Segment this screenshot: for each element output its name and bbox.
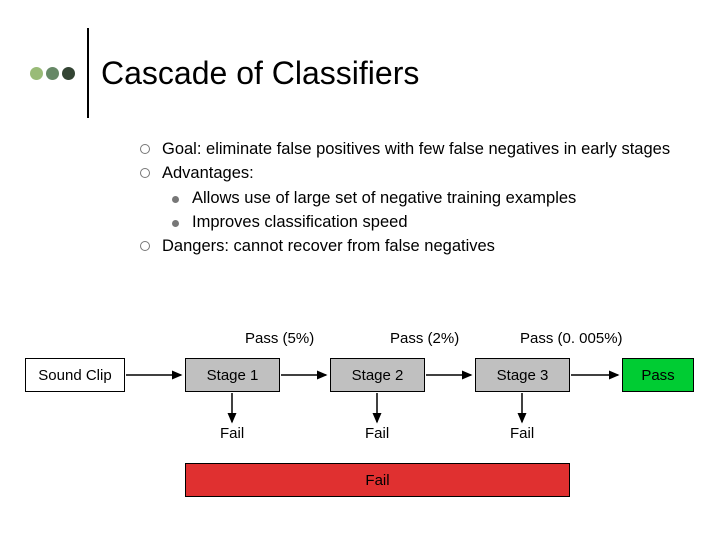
bullet-marker <box>140 162 162 184</box>
subbullet-text: Allows use of large set of negative trai… <box>192 187 576 209</box>
arrows <box>0 330 720 530</box>
title-divider <box>87 28 89 118</box>
slide-header: Cascade of Classifiers <box>30 28 419 118</box>
subbullet-marker <box>172 187 192 209</box>
subbullet-text: Improves classification speed <box>192 211 408 233</box>
bullet-text: Goal: eliminate false positives with few… <box>162 138 670 160</box>
bullet-goal: Goal: eliminate false positives with few… <box>140 138 680 160</box>
subbullet-adv-2: Improves classification speed <box>172 211 680 233</box>
bullet-advantages: Advantages: <box>140 162 680 184</box>
subbullet-marker <box>172 211 192 233</box>
cascade-diagram: Pass (5%) Pass (2%) Pass (0. 005%) Sound… <box>0 330 720 530</box>
dot-1 <box>30 67 43 80</box>
dot-2 <box>46 67 59 80</box>
bullet-text: Dangers: cannot recover from false negat… <box>162 235 495 257</box>
bullet-dangers: Dangers: cannot recover from false negat… <box>140 235 680 257</box>
subbullet-adv-1: Allows use of large set of negative trai… <box>172 187 680 209</box>
decoration-dots <box>30 67 75 80</box>
dot-3 <box>62 67 75 80</box>
bullet-marker <box>140 138 162 160</box>
bullet-marker <box>140 235 162 257</box>
bullet-list: Goal: eliminate false positives with few… <box>140 138 680 259</box>
slide-title: Cascade of Classifiers <box>101 55 419 92</box>
bullet-text: Advantages: <box>162 162 254 184</box>
